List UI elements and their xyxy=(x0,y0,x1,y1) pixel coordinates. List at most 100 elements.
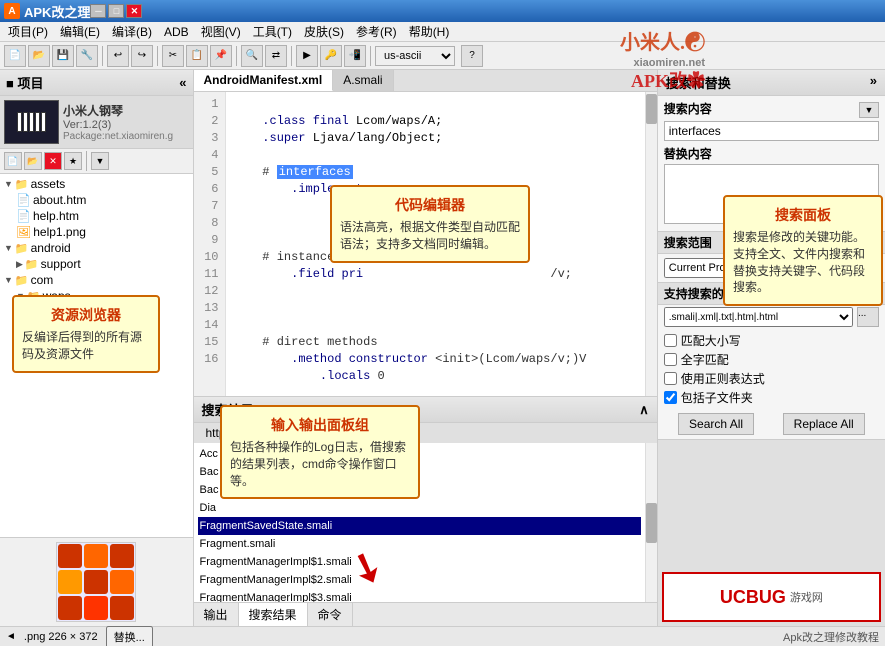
tooltip-search-panel: 搜索面板 搜索是修改的关键功能。支持全文、文件内搜索和替换支持关键字、代码段搜索… xyxy=(723,195,883,306)
option-case[interactable]: 匹配大小写 xyxy=(664,331,879,350)
checkbox-case[interactable] xyxy=(664,334,677,347)
ptb-menu[interactable]: ▼ xyxy=(91,152,109,170)
search-panel: 搜索和替换 » 搜索内容 ▼ 替换内容 搜索范围 Current Project… xyxy=(657,70,885,626)
replace-button[interactable]: 替换... xyxy=(106,626,153,646)
menu-view[interactable]: 视图(V) xyxy=(195,22,247,41)
ptb-new[interactable]: 📄 xyxy=(4,152,22,170)
minimize-button[interactable]: ─ xyxy=(90,4,106,18)
sr-item-fmi2[interactable]: FragmentManagerImpl$2.smali xyxy=(198,571,641,589)
tree-item-support[interactable]: ▶ 📁 support xyxy=(2,256,191,272)
menu-adb[interactable]: ADB xyxy=(158,24,195,40)
panel-collapse-btn[interactable]: « xyxy=(179,75,186,90)
menu-edit[interactable]: 编辑(E) xyxy=(54,22,106,41)
project-info-area: 小米人钢琴 Ver:1.2(3) Package:net.xiaomiren.g xyxy=(0,96,193,149)
menu-help[interactable]: 帮助(H) xyxy=(403,22,456,41)
tree-item-helphtm[interactable]: 📄 help.htm xyxy=(2,208,191,224)
watermark-line3: APK改✿ xyxy=(620,70,705,93)
title-text: APK改之理 xyxy=(24,2,90,21)
editor-tabs: AndroidManifest.xml A.smali xyxy=(194,70,657,92)
checkbox-subfolders[interactable] xyxy=(664,391,677,404)
app-preview-image xyxy=(56,542,136,622)
search-dropdown-btn[interactable]: ▼ xyxy=(859,102,879,118)
ucbug-area: UCBUG 游戏网 xyxy=(658,439,885,626)
expand-assets[interactable]: ▼ xyxy=(4,179,13,189)
tb-redo[interactable]: ↪ xyxy=(131,45,153,67)
tb-build[interactable]: ▶ xyxy=(296,45,318,67)
left-arrow-btn[interactable]: ◄ xyxy=(6,631,16,642)
search-panel-expand[interactable]: » xyxy=(870,73,877,92)
tb-sign[interactable]: 🔑 xyxy=(320,45,342,67)
option-subfolders[interactable]: 包括子文件夹 xyxy=(664,388,879,407)
tb-help[interactable]: ? xyxy=(461,45,483,67)
close-button[interactable]: ✕ xyxy=(126,4,142,18)
checkbox-whole-word[interactable] xyxy=(664,353,677,366)
tree-label-assets: assets xyxy=(31,177,66,191)
sr-item-3[interactable]: Dia xyxy=(198,499,641,517)
center-panel: AndroidManifest.xml A.smali 123456789101… xyxy=(194,70,657,626)
tooltip-search-title: 搜索面板 xyxy=(733,205,873,225)
file-icon-help: 📄 xyxy=(16,209,31,223)
sr-btab-results[interactable]: 搜索结果 xyxy=(239,603,308,626)
menu-skin[interactable]: 皮肤(S) xyxy=(298,22,350,41)
option-regex[interactable]: 使用正则表达式 xyxy=(664,369,879,388)
tb-undo[interactable]: ↩ xyxy=(107,45,129,67)
file-icon-helppng: 🖼 xyxy=(16,225,31,239)
tooltip-resource-title: 资源浏览器 xyxy=(22,305,150,325)
option-whole-word[interactable]: 全字匹配 xyxy=(664,350,879,369)
menu-project[interactable]: 项目(P) xyxy=(2,22,54,41)
sr-btab-output[interactable]: 输出 xyxy=(194,603,239,626)
sr-item-fmi3[interactable]: FragmentManagerImpl$3.smali xyxy=(198,589,641,602)
ptb-star[interactable]: ★ xyxy=(64,152,82,170)
expand-com[interactable]: ▼ xyxy=(4,275,13,285)
tree-label-helphtm: help.htm xyxy=(33,209,79,223)
filetype-select[interactable]: .smali|.xml|.txt|.htm|.html xyxy=(664,307,853,327)
checkbox-regex[interactable] xyxy=(664,372,677,385)
tab-asmali[interactable]: A.smali xyxy=(333,70,393,91)
menu-ref[interactable]: 参考(R) xyxy=(350,22,403,41)
tree-item-com[interactable]: ▼ 📁 com xyxy=(2,272,191,288)
scrollbar-v-results[interactable] xyxy=(645,443,657,602)
search-all-button[interactable]: Search All xyxy=(678,413,754,435)
filetype-edit-btn[interactable]: ... xyxy=(857,307,879,327)
ptb-open[interactable]: 📂 xyxy=(24,152,42,170)
menu-compile[interactable]: 编译(B) xyxy=(106,22,158,41)
tb-install[interactable]: 📲 xyxy=(344,45,366,67)
project-name: 小米人钢琴 xyxy=(63,102,173,119)
tb-new[interactable]: 📄 xyxy=(4,45,26,67)
tb-btn4[interactable]: 🔧 xyxy=(76,45,98,67)
tb-open[interactable]: 📂 xyxy=(28,45,50,67)
sep1 xyxy=(102,46,103,66)
ptb-close[interactable]: ✕ xyxy=(44,152,62,170)
line-numbers: 12345678910111213141516 xyxy=(194,92,226,396)
menu-tools[interactable]: 工具(T) xyxy=(247,22,298,41)
replace-all-button[interactable]: Replace All xyxy=(783,413,865,435)
tree-label-support: support xyxy=(41,257,81,271)
tree-item-android[interactable]: ▼ 📁 android xyxy=(2,240,191,256)
sr-item-fragmentsavedstate[interactable]: FragmentSavedState.smali xyxy=(198,517,641,535)
tb-copy[interactable]: 📋 xyxy=(186,45,208,67)
search-input[interactable] xyxy=(664,121,879,141)
tree-item-helppng[interactable]: 🖼 help1.png xyxy=(2,224,191,240)
tree-item-assets[interactable]: ▼ 📁 assets xyxy=(2,176,191,192)
tb-paste[interactable]: 📌 xyxy=(210,45,232,67)
sr-item-fmi1[interactable]: FragmentManagerImpl$1.smali xyxy=(198,553,641,571)
maximize-button[interactable]: □ xyxy=(108,4,124,18)
tb-save[interactable]: 💾 xyxy=(52,45,74,67)
expand-android[interactable]: ▼ xyxy=(4,243,13,253)
tab-androidmanifest[interactable]: AndroidManifest.xml xyxy=(194,70,334,91)
tb-cut[interactable]: ✂ xyxy=(162,45,184,67)
tb-replace[interactable]: ⇄ xyxy=(265,45,287,67)
status-bar: ◄ .png 226 × 372 替换... Apk改之理修改教程 xyxy=(0,626,885,646)
search-options: 匹配大小写 全字匹配 使用正则表达式 包括子文件夹 xyxy=(658,329,885,409)
encoding-select[interactable]: us-ascii UTF-8 GBK xyxy=(375,46,455,66)
sr-btab-cmd[interactable]: 命令 xyxy=(308,603,353,626)
scrollbar-v-editor[interactable] xyxy=(645,92,657,396)
tb-search[interactable]: 🔍 xyxy=(241,45,263,67)
ucbug-logo: UCBUG 游戏网 xyxy=(662,572,881,622)
sr-item-fragment[interactable]: Fragment.smali xyxy=(198,535,641,553)
search-content-label: 搜索内容 xyxy=(664,100,712,117)
search-results-collapse[interactable]: ∧ xyxy=(639,402,649,418)
expand-support[interactable]: ▶ xyxy=(16,259,23,270)
tree-item-abouthtm[interactable]: 📄 about.htm xyxy=(2,192,191,208)
project-details: 小米人钢琴 Ver:1.2(3) Package:net.xiaomiren.g xyxy=(63,102,173,142)
